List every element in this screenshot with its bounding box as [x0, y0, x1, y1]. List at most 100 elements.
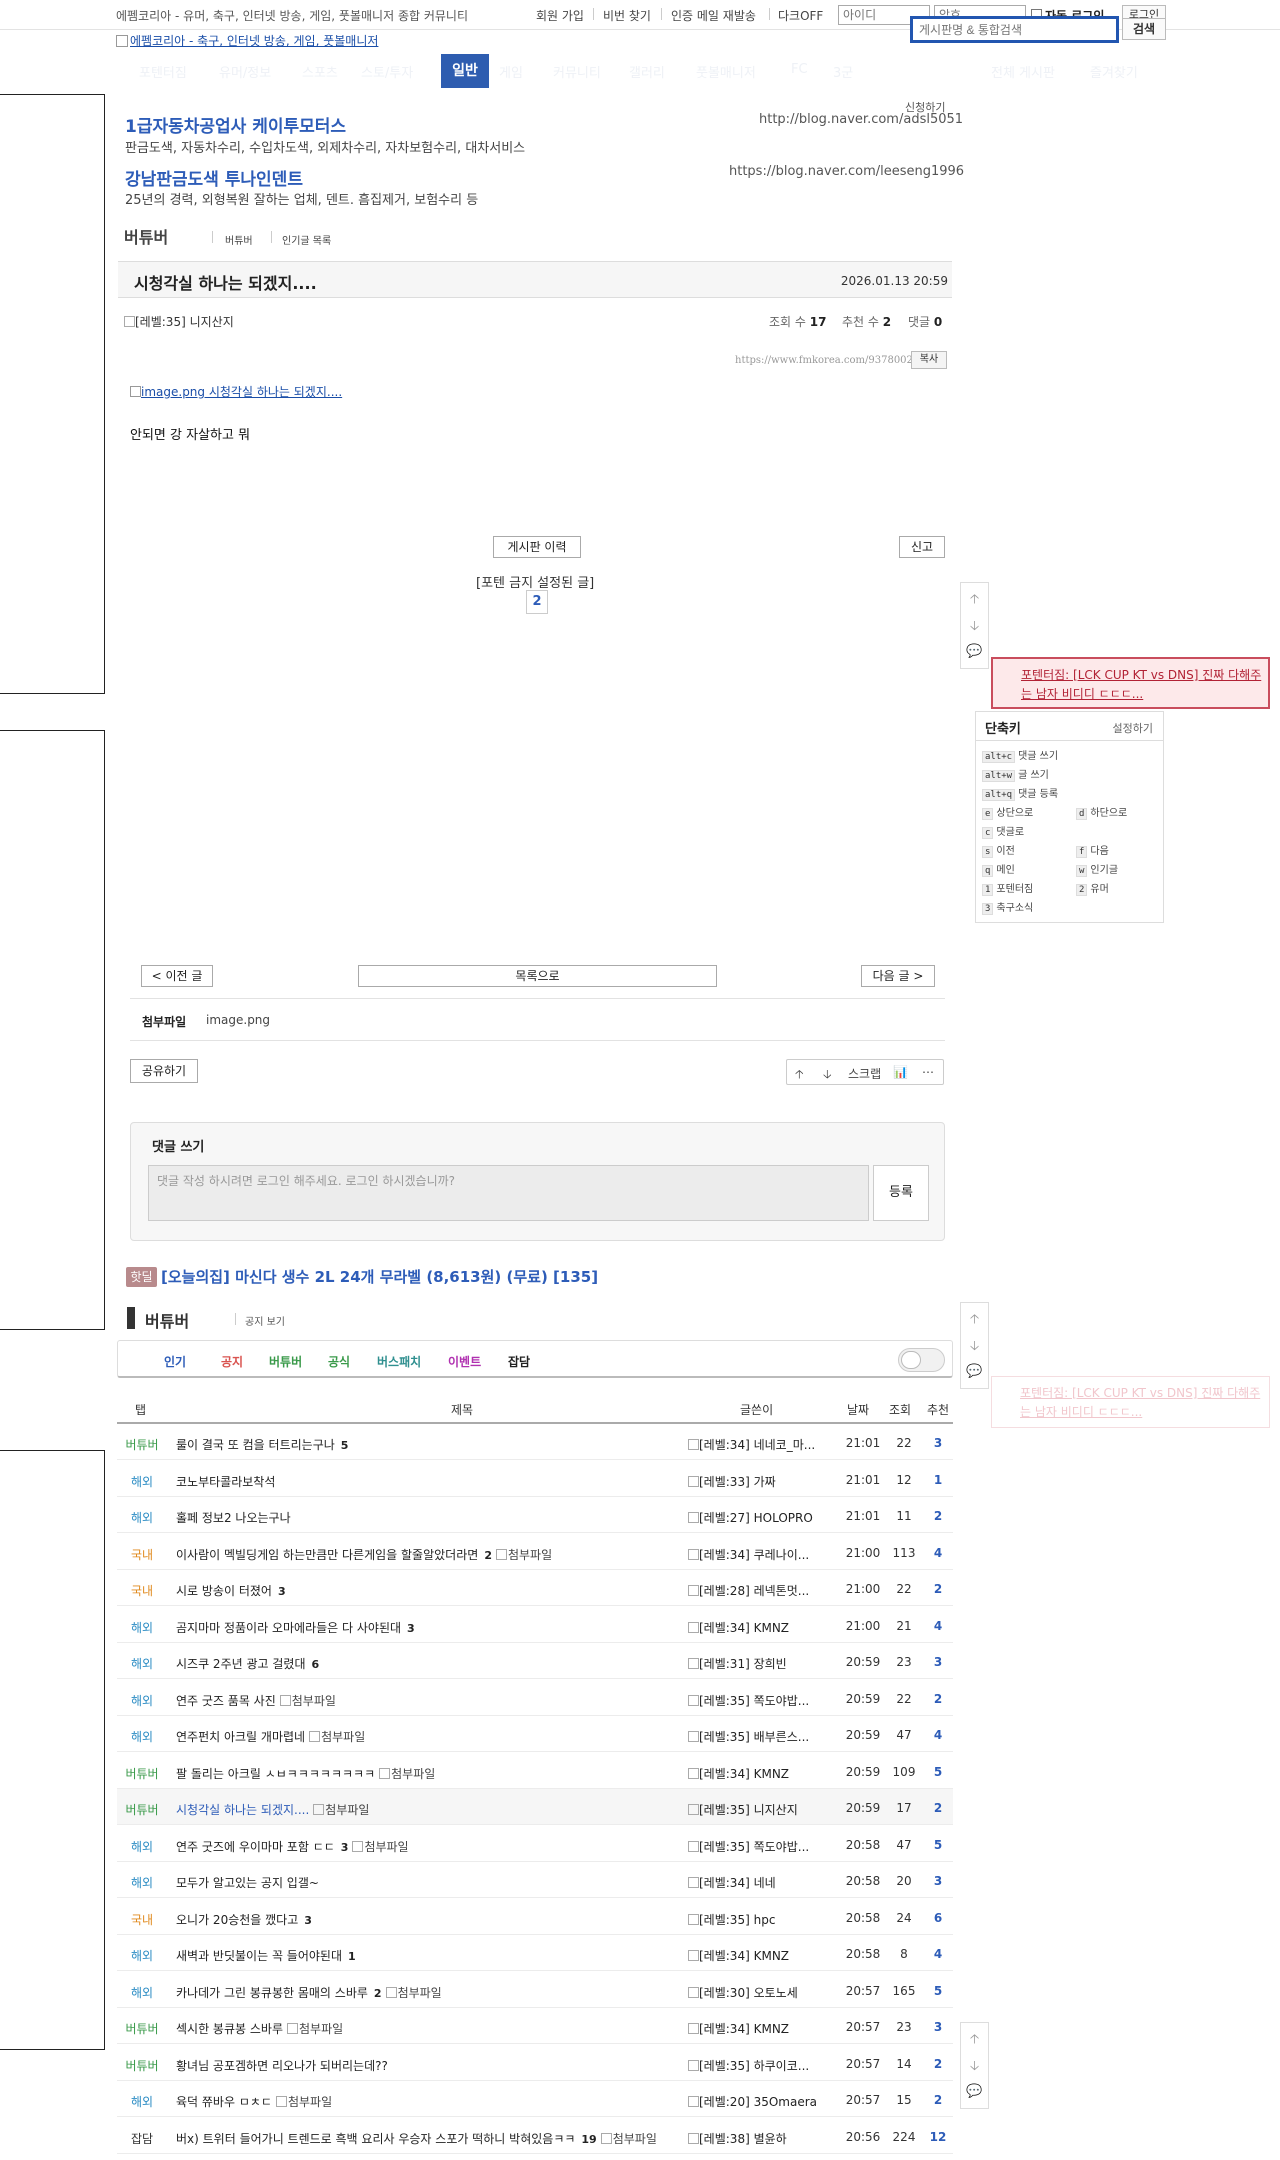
row-author[interactable]: [레벨:31] 장희빈 [688, 1655, 833, 1672]
row-author[interactable]: [레벨:27] HOLOPRO [688, 1509, 833, 1526]
board-history-button[interactable]: 게시판 이력 [493, 536, 581, 558]
table-row[interactable]: 버튜버 섹시한 봉큐봉 스바루 첨부파일 [레벨:34] KMNZ 20:57 23 3 [117, 2008, 953, 2044]
table-row[interactable]: 버튜버 시청각실 하나는 되겠지.... 첨부파일 [레벨:35] 니지산지 20:59… [117, 1789, 953, 1825]
row-title-text[interactable]: 카나데가 그린 봉큐봉한 몸매의 스바루 [176, 1986, 368, 2000]
row-author[interactable]: [레벨:33] 가짜 [688, 1473, 833, 1490]
attachment-file-link[interactable]: image.png [206, 1013, 270, 1027]
nav-item-game[interactable]: 게임 [499, 62, 523, 81]
row-title[interactable]: 오니가 20승천을 깼다고 3 [176, 1911, 312, 1928]
ad-url[interactable]: http://blog.naver.com/adsl5051 [759, 112, 963, 127]
notice-toggle-link[interactable]: 공지 보기 [245, 1313, 285, 1328]
search-button[interactable]: 검색 [1122, 18, 1166, 40]
copy-link-button[interactable]: 복사 [911, 351, 947, 369]
table-row[interactable]: 해외 연주 굿즈에 우이마마 포함 ㄷㄷ 3 첨부파일 [레벨:35] 쪽도야밥... 2… [117, 1826, 953, 1862]
category-vtuber[interactable]: 버튜버 [269, 1353, 302, 1370]
category-event[interactable]: 이벤트 [448, 1353, 481, 1370]
row-title[interactable]: 룰이 결국 또 컴을 터트리는구나 5 [176, 1436, 348, 1453]
row-title[interactable]: 버x) 트위터 들어가니 트렌드로 흑백 요리사 우승자 스포가 떡하니 박혀있… [176, 2130, 657, 2147]
search-input[interactable] [910, 16, 1119, 43]
row-title[interactable]: 이사람이 멕빌딩게임 하는만큼만 다른게임을 할줄알았더라면 2 첨부파일 [176, 1546, 552, 1563]
row-category[interactable]: 해외 [117, 1947, 167, 1964]
row-author[interactable]: [레벨:35] 쪽도야밥... [688, 1838, 833, 1855]
table-row[interactable]: 버튜버 룰이 결국 또 컴을 터트리는구나 5 [레벨:34] 네네코_마... 21:… [117, 1424, 953, 1460]
row-title-text[interactable]: 버x) 트위터 들어가니 트렌드로 흑백 요리사 우승자 스포가 떡하니 박혀있… [176, 2132, 575, 2146]
row-title-text[interactable]: 연주 굿즈 품목 사진 [176, 1694, 276, 1708]
table-row[interactable]: 해외 새벽과 반딧불이는 꼭 들어야된대 1 [레벨:34] KMNZ 20:58 8 4 [117, 1935, 953, 1971]
table-row[interactable]: 잡담 버x) 트위터 들어가니 트렌드로 흑백 요리사 우승자 스포가 떡하니 박… [117, 2118, 953, 2154]
row-title[interactable]: 섹시한 봉큐봉 스바루 첨부파일 [176, 2020, 343, 2037]
row-author[interactable]: [레벨:34] 네네코_마... [688, 1436, 833, 1453]
nav-item-humor[interactable]: 유머/정보 [219, 62, 271, 81]
row-category[interactable]: 국내 [117, 1911, 167, 1928]
row-author[interactable]: [레벨:34] 네네 [688, 1874, 833, 1891]
row-author[interactable]: [레벨:35] hpc [688, 1911, 833, 1928]
row-title-text[interactable]: 모두가 알고있는 공지 입갤~ [176, 1876, 319, 1890]
row-title-text[interactable]: 육덕 쮸바우 ㅁㅊㄷ [176, 2095, 272, 2109]
nav-item-community[interactable]: 커뮤니티 [553, 62, 601, 81]
arrow-down-icon[interactable]: 🡣 [961, 2057, 988, 2079]
row-category[interactable]: 해외 [117, 1838, 167, 1855]
arrow-up-icon[interactable]: 🡡 [961, 1310, 988, 1332]
row-category[interactable]: 해외 [117, 1473, 167, 1490]
more-icon[interactable]: ⋯ [922, 1065, 934, 1079]
row-author[interactable]: [레벨:28] 레넥톤멋... [688, 1582, 833, 1599]
row-category[interactable]: 해외 [117, 1692, 167, 1709]
table-row[interactable]: 해외 모두가 알고있는 공지 입갤~ [레벨:34] 네네 20:58 20 3 [117, 1862, 953, 1898]
table-row[interactable]: 국내 이사람이 멕빌딩게임 하는만큼만 다른게임을 할줄알았더라면 2 첨부파일 [레벨… [117, 1534, 953, 1570]
row-category[interactable]: 해외 [117, 1655, 167, 1672]
row-title[interactable]: 연주 굿즈에 우이마마 포함 ㄷㄷ 3 첨부파일 [176, 1838, 409, 1855]
arrow-down-icon[interactable]: 🡣 [823, 1065, 832, 1086]
row-comment-count[interactable]: 1 [348, 1950, 356, 1963]
back-to-list-button[interactable]: 목록으로 [358, 965, 717, 987]
post-author[interactable]: [레벨:35] 니지산지 [124, 313, 234, 330]
nav-item-gallery[interactable]: 갤러리 [629, 62, 665, 81]
popular-list-link[interactable]: 인기글 목록 [282, 232, 331, 247]
row-author[interactable]: [레벨:34] KMNZ [688, 1765, 833, 1782]
table-row[interactable]: 버튜버 황녀님 공포겜하면 리오나가 되버리는데?? [레벨:35] 하쿠이코...… [117, 2045, 953, 2081]
row-author[interactable]: [레벨:30] 오토노세 [688, 1984, 833, 2001]
report-button[interactable]: 신고 [899, 536, 945, 558]
nav-item-sports[interactable]: 스포츠 [302, 62, 338, 81]
nav-item-general[interactable]: 일반 [441, 54, 489, 88]
row-comment-count[interactable]: 5 [341, 1439, 349, 1452]
scrap-button[interactable]: 스크랩 [848, 1065, 881, 1082]
category-chat[interactable]: 잡담 [508, 1353, 530, 1370]
row-title[interactable]: 연주 굿즈 품목 사진 첨부파일 [176, 1692, 336, 1709]
site-logo[interactable]: 에펨코리아 - 축구, 인터넷 방송, 게임, 풋볼매니저 [116, 32, 378, 49]
row-title-text[interactable]: 새벽과 반딧불이는 꼭 들어야된대 [176, 1949, 342, 1963]
table-row[interactable]: 해외 연주 굿즈 품목 사진 첨부파일 [레벨:35] 쪽도야밥... 20:59 22 2 [117, 1680, 953, 1716]
row-comment-count[interactable]: 6 [311, 1658, 319, 1671]
row-category[interactable]: 해외 [117, 1728, 167, 1745]
row-comment-count[interactable]: 2 [484, 1549, 492, 1562]
row-category[interactable]: 버튜버 [117, 1436, 167, 1453]
table-row[interactable]: 해외 코노부타콜라보착석 [레벨:33] 가짜 21:01 12 1 [117, 1461, 953, 1497]
comment-submit-button[interactable]: 등록 [873, 1165, 929, 1221]
row-title-text[interactable]: 연주펀치 아크릴 개마렵네 [176, 1730, 305, 1744]
row-author[interactable]: [레벨:35] 쪽도야밥... [688, 1692, 833, 1709]
list-board-name[interactable]: 버튜버 [145, 1308, 189, 1332]
row-title[interactable]: 황녀님 공포겜하면 리오나가 되버리는데?? [176, 2057, 388, 2074]
row-category[interactable]: 버튜버 [117, 1765, 167, 1782]
next-post-button[interactable]: 다음 글 > [861, 965, 935, 987]
row-category[interactable]: 국내 [117, 1546, 167, 1563]
prev-post-button[interactable]: < 이전 글 [141, 965, 213, 987]
row-category[interactable]: 국내 [117, 1582, 167, 1599]
board-link[interactable]: 버튜버 [225, 232, 253, 247]
row-title[interactable]: 모두가 알고있는 공지 입갤~ [176, 1874, 319, 1891]
row-author[interactable]: [레벨:35] 하쿠이코... [688, 2057, 833, 2074]
table-row[interactable]: 해외 시즈쿠 2주년 광고 걸렸대 6 [레벨:31] 장희빈 20:59 23 3 [117, 1643, 953, 1679]
row-author[interactable]: [레벨:35] 배부른스... [688, 1728, 833, 1745]
ad-title[interactable]: 1급자동차공업사 케이투모터스 [125, 112, 346, 137]
arrow-down-icon[interactable]: 🡣 [961, 617, 988, 639]
row-comment-count[interactable]: 19 [581, 2133, 596, 2146]
post-image-link[interactable]: image.png 시청각실 하나는 되겠지.... [130, 383, 342, 400]
table-row[interactable]: 국내 시로 방송이 터졌어 3 [레벨:28] 레넥톤멋... 21:00 22 2 [117, 1570, 953, 1606]
table-row[interactable]: 해외 곰지마마 정품이라 오마에라들은 다 사야된대 3 [레벨:34] KMNZ 21… [117, 1607, 953, 1643]
hotdeal-title[interactable]: [오늘의집] 마신다 생수 2L 24개 무라벨 (8,613원) (무료) [… [161, 1266, 598, 1287]
row-author[interactable]: [레벨:34] KMNZ [688, 2020, 833, 2037]
nav-all-boards[interactable]: 전체 게시판 [991, 62, 1055, 81]
view-mode-toggle[interactable] [898, 1348, 945, 1372]
row-comment-count[interactable]: 3 [341, 1841, 349, 1854]
category-buspatch[interactable]: 버스패치 [377, 1353, 421, 1370]
nav-item-stock[interactable]: 스토/투자 [361, 62, 413, 81]
